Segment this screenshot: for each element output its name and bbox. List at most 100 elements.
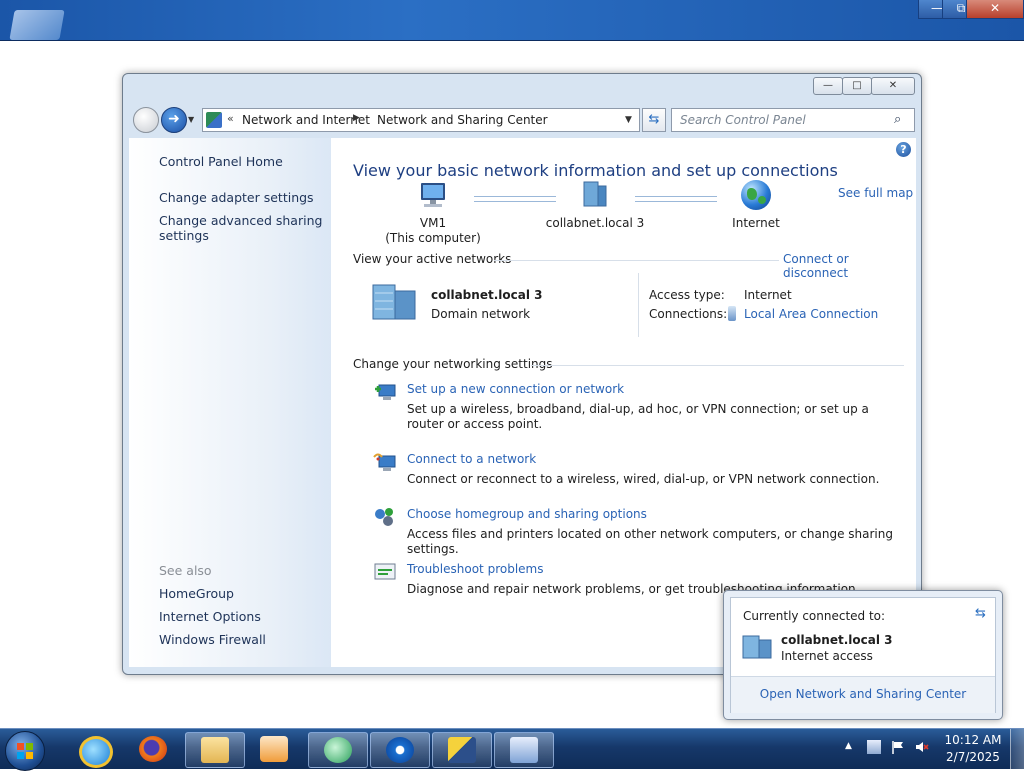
connect-or-disconnect-link[interactable]: Connect or disconnect (783, 252, 916, 280)
breadcrumb-separator-icon[interactable]: ▶ (353, 113, 360, 123)
forward-button[interactable]: ➜ (161, 107, 187, 133)
sidebar-item-advanced-sharing[interactable]: Change advanced sharing (159, 213, 322, 228)
access-type-value: Internet (744, 288, 792, 302)
connect-to-network-description: Connect or reconnect to a wireless, wire… (407, 472, 880, 486)
host-logo-icon (9, 10, 65, 40)
minimize-button[interactable]: — (813, 77, 843, 95)
show-desktop-button[interactable] (1010, 729, 1024, 769)
sidebar: Control Panel Home Change adapter settin… (129, 138, 331, 667)
firefox-icon (139, 736, 167, 762)
action-center-flag-icon[interactable] (891, 740, 905, 754)
wifi-app-icon (386, 737, 414, 763)
help-icon[interactable]: ? (896, 142, 911, 157)
local-area-connection-link[interactable]: Local Area Connection (744, 307, 878, 321)
taskbar-file-explorer[interactable] (185, 732, 245, 768)
folder-icon (201, 737, 229, 763)
volume-muted-icon[interactable] (915, 740, 929, 754)
connected-network-name[interactable]: collabnet.local 3 (781, 633, 892, 647)
sidebar-item-advanced-sharing-cont[interactable]: settings (159, 228, 209, 243)
host-title-bar: — ⧉ ✕ (0, 0, 1024, 41)
sidebar-item-homegroup[interactable]: HomeGroup (159, 586, 234, 601)
refresh-icon[interactable]: ⇆ (975, 606, 986, 621)
domain-network-icon[interactable] (371, 283, 419, 323)
sidebar-item-windows-firewall[interactable]: Windows Firewall (159, 632, 266, 647)
main-content: ? View your basic network information an… (331, 138, 916, 667)
taskbar-app-1[interactable] (308, 732, 368, 768)
taskbar-media-player[interactable] (245, 732, 303, 766)
control-panel-app-icon (510, 737, 538, 763)
search-placeholder: Search Control Panel (680, 113, 806, 127)
map-link-line (635, 196, 717, 202)
breadcrumb-overflow[interactable]: « (227, 112, 234, 125)
domain-network-icon (742, 635, 772, 659)
flyout-panel: Currently connected to: ⇆ collabnet.loca… (730, 597, 996, 713)
breadcrumb-network-and-internet[interactable]: Network and Internet (242, 113, 370, 127)
change-settings-heading: Change your networking settings (353, 357, 553, 371)
access-type-label: Access type: (649, 288, 725, 302)
search-icon[interactable]: ⌕ (894, 112, 901, 127)
back-button[interactable] (133, 107, 159, 133)
media-player-icon (260, 736, 288, 762)
setup-new-connection-description: Set up a wireless, broadband, dial-up, a… (407, 402, 869, 431)
taskbar: ▲ 10:12 AM 2/7/2025 (0, 728, 1024, 771)
sidebar-item-change-adapter-settings[interactable]: Change adapter settings (159, 190, 314, 205)
taskbar-internet-explorer[interactable] (64, 732, 122, 768)
page-title: View your basic network information and … (353, 161, 838, 180)
maximize-button[interactable]: □ (842, 77, 872, 95)
computer-icon[interactable] (418, 182, 448, 208)
taskbar-app-3[interactable] (432, 732, 492, 768)
show-hidden-icons-icon[interactable]: ▲ (845, 741, 852, 751)
new-connection-icon (375, 384, 396, 400)
clock-date[interactable]: 2/7/2025 (938, 750, 1008, 764)
connect-network-icon (373, 453, 396, 471)
ethernet-icon (728, 306, 736, 321)
network-tray-icon[interactable] (867, 740, 881, 754)
connected-network-status: Internet access (781, 649, 873, 663)
network-sharing-center-window: — □ ✕ ➜ ▼ « Network and Internet ▶ Netwo… (122, 73, 922, 675)
internet-explorer-icon (79, 736, 113, 768)
network-name-label: collabnet.local 3 (545, 216, 645, 230)
security-app-icon (448, 737, 476, 763)
troubleshoot-problems-link[interactable]: Troubleshoot problems (407, 562, 543, 576)
flyout-title: Currently connected to: (743, 609, 886, 623)
refresh-button[interactable]: ⇆ (642, 108, 666, 132)
internet-label: Internet (732, 216, 780, 230)
clock-time[interactable]: 10:12 AM (938, 733, 1008, 747)
taskbar-firefox[interactable] (124, 732, 182, 766)
vertical-divider (638, 273, 639, 337)
recent-pages-dropdown-icon[interactable]: ▼ (188, 115, 194, 124)
breadcrumb-network-sharing-center[interactable]: Network and Sharing Center (377, 113, 548, 127)
homegroup-sharing-link[interactable]: Choose homegroup and sharing options (407, 507, 647, 521)
globe-icon[interactable] (741, 180, 771, 210)
see-full-map-link[interactable]: See full map (838, 186, 913, 200)
active-network-name: collabnet.local 3 (431, 288, 543, 302)
windows-logo-icon (17, 743, 33, 759)
active-network-type: Domain network (431, 307, 531, 321)
connect-to-network-link[interactable]: Connect to a network (407, 452, 536, 466)
control-panel-icon (206, 112, 222, 128)
active-networks-heading: View your active networks (353, 252, 512, 266)
see-also-heading: See also (159, 563, 212, 578)
search-input[interactable]: Search Control Panel ⌕ (671, 108, 915, 132)
troubleshoot-icon (374, 563, 396, 580)
chat-app-icon (324, 737, 352, 763)
taskbar-app-4[interactable] (494, 732, 554, 768)
start-button[interactable] (5, 731, 45, 771)
domain-network-icon[interactable] (580, 180, 610, 208)
section-divider (494, 260, 779, 261)
connections-label: Connections: (649, 307, 728, 321)
homegroup-icon (375, 508, 393, 526)
setup-new-connection-link[interactable]: Set up a new connection or network (407, 382, 624, 396)
sidebar-item-internet-options[interactable]: Internet Options (159, 609, 261, 624)
homegroup-sharing-description: Access files and printers located on oth… (407, 527, 893, 556)
computer-name-label: VM1 (419, 216, 447, 230)
close-button[interactable]: ✕ (871, 77, 915, 95)
computer-subtitle-label: (This computer) (385, 231, 481, 245)
taskbar-app-2[interactable] (370, 732, 430, 768)
open-network-sharing-center-link[interactable]: Open Network and Sharing Center (731, 687, 995, 701)
address-dropdown-icon[interactable]: ▼ (625, 115, 632, 125)
sidebar-item-control-panel-home[interactable]: Control Panel Home (159, 154, 283, 169)
address-bar[interactable]: « Network and Internet ▶ Network and Sha… (202, 108, 640, 132)
host-close-button[interactable]: ✕ (966, 0, 1024, 19)
network-status-flyout: Currently connected to: ⇆ collabnet.loca… (723, 590, 1003, 720)
